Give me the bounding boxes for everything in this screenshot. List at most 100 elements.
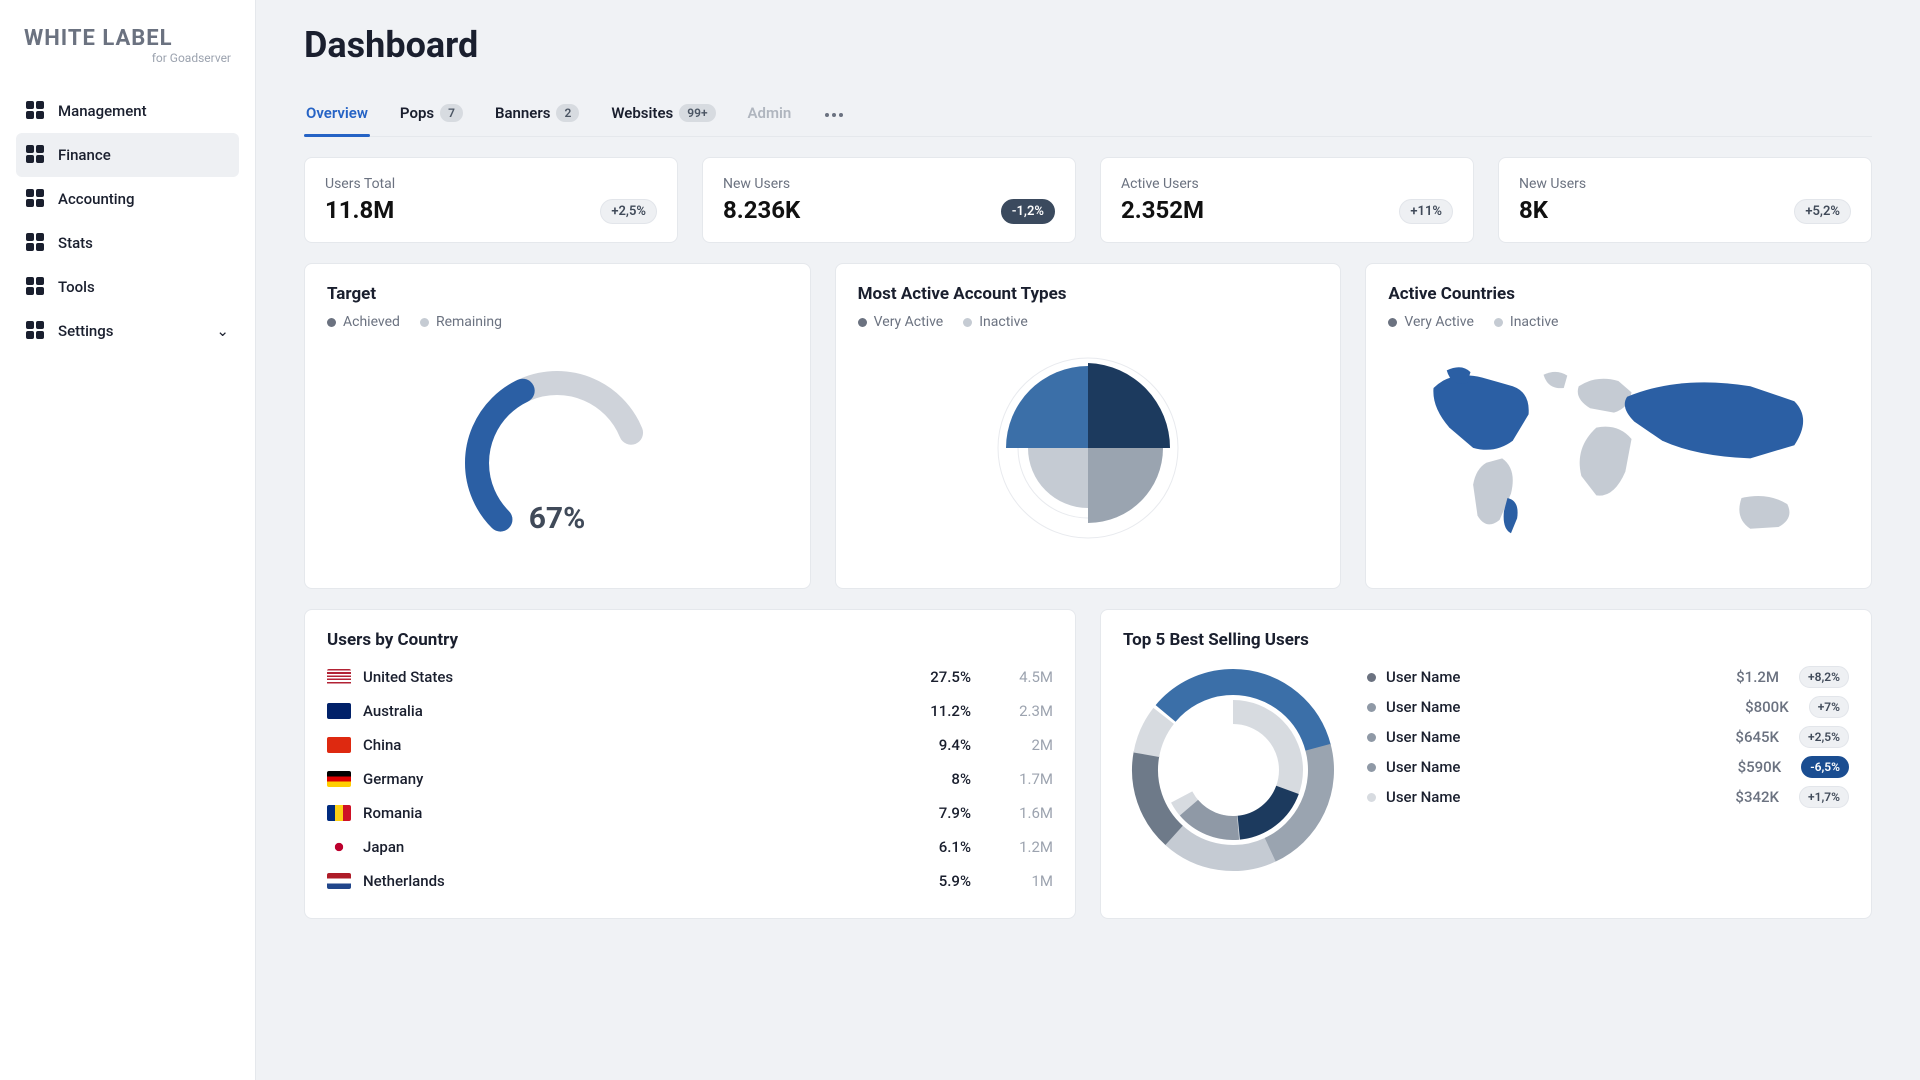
delta-badge: +7% bbox=[1809, 696, 1849, 718]
country-name: Romania bbox=[363, 804, 889, 822]
tab-overview[interactable]: Overview bbox=[304, 94, 370, 136]
main-content: Dashboard OverviewPops7Banners2Websites9… bbox=[256, 0, 1920, 1080]
user-amount: $1.2M bbox=[1709, 668, 1779, 686]
sidebar-item-label: Settings bbox=[58, 322, 114, 340]
legend: Very Active Inactive bbox=[1388, 314, 1849, 330]
country-list: United States27.5%4.5MAustralia11.2%2.3M… bbox=[327, 660, 1053, 898]
country-percent: 8% bbox=[901, 770, 971, 788]
stat-value: 11.8M bbox=[325, 196, 395, 224]
user-amount: $342K bbox=[1709, 788, 1779, 806]
country-name: China bbox=[363, 736, 889, 754]
sidebar-item-settings[interactable]: Settings ⌄ bbox=[16, 309, 239, 353]
grid-icon bbox=[26, 233, 46, 253]
flag-icon bbox=[327, 771, 351, 787]
more-tabs-icon[interactable] bbox=[821, 103, 847, 127]
card-title: Active Countries bbox=[1388, 284, 1849, 304]
stat-label: New Users bbox=[1519, 176, 1586, 192]
sidebar-item-label: Stats bbox=[58, 234, 93, 252]
delta-badge: +2,5% bbox=[1799, 726, 1849, 748]
country-count: 2M bbox=[983, 736, 1053, 754]
stat-card: Active Users 2.352M +11% bbox=[1100, 157, 1474, 243]
flag-icon bbox=[327, 737, 351, 753]
polar-chart bbox=[858, 344, 1319, 548]
legend-achieved: Achieved bbox=[327, 314, 400, 330]
country-count: 2.3M bbox=[983, 702, 1053, 720]
brand-subtitle: for Goadserver bbox=[24, 51, 231, 65]
card-title: Users by Country bbox=[327, 630, 1053, 650]
country-percent: 7.9% bbox=[901, 804, 971, 822]
sidebar-item-label: Accounting bbox=[58, 190, 134, 208]
country-name: Australia bbox=[363, 702, 889, 720]
sidebar-item-management[interactable]: Management bbox=[16, 89, 239, 133]
world-map bbox=[1388, 344, 1849, 564]
delta-badge: +11% bbox=[1399, 199, 1453, 224]
badge: 99+ bbox=[679, 104, 715, 122]
flag-icon bbox=[327, 703, 351, 719]
user-row: User Name $1.2M +8,2% bbox=[1367, 666, 1849, 688]
grid-icon bbox=[26, 321, 46, 341]
card-title: Most Active Account Types bbox=[858, 284, 1319, 304]
stat-card: New Users8K+5,2% bbox=[1498, 157, 1872, 243]
sidebar-item-tools[interactable]: Tools bbox=[16, 265, 239, 309]
sidebar-item-accounting[interactable]: Accounting bbox=[16, 177, 239, 221]
country-name: Japan bbox=[363, 838, 889, 856]
countries-card: Active Countries Very Active Inactive bbox=[1365, 263, 1872, 589]
tab-websites[interactable]: Websites99+ bbox=[609, 94, 717, 136]
user-name: User Name bbox=[1386, 668, 1699, 686]
user-dot-icon bbox=[1367, 703, 1376, 712]
user-amount: $590K bbox=[1711, 758, 1781, 776]
sidebar-item-stats[interactable]: Stats bbox=[16, 221, 239, 265]
delta-badge: +5,2% bbox=[1794, 199, 1851, 224]
stat-label: Active Users bbox=[1121, 176, 1204, 192]
user-amount: $800K bbox=[1719, 698, 1789, 716]
stat-value: 2.352M bbox=[1121, 196, 1204, 224]
stat-label: Users Total bbox=[325, 176, 395, 192]
user-amount: $645K bbox=[1709, 728, 1779, 746]
card-title: Top 5 Best Selling Users bbox=[1123, 630, 1849, 650]
users-list: User Name$1.2M+8,2%User Name$800K+7%User… bbox=[1367, 660, 1849, 880]
tabs: Overview Pops7 Banners2 Websites99+ Admin bbox=[304, 94, 1872, 137]
brand-logo: WHITE LABEL for Goadserver bbox=[16, 20, 239, 89]
user-name: User Name bbox=[1386, 728, 1699, 746]
user-row: User Name $590K -6,5% bbox=[1367, 756, 1849, 778]
chevron-down-icon: ⌄ bbox=[216, 322, 229, 340]
account-types-card: Most Active Account Types Very Active In… bbox=[835, 263, 1342, 589]
user-dot-icon bbox=[1367, 793, 1376, 802]
grid-icon bbox=[26, 145, 46, 165]
country-name: United States bbox=[363, 668, 889, 686]
country-name: Netherlands bbox=[363, 872, 889, 890]
flag-icon bbox=[327, 839, 351, 855]
delta-badge: +2,5% bbox=[600, 199, 657, 224]
stats-row: Users Total11.8M+2,5%New Users8.236K-1,2… bbox=[304, 157, 1872, 243]
country-count: 1.6M bbox=[983, 804, 1053, 822]
tab-banners[interactable]: Banners2 bbox=[493, 94, 581, 136]
user-name: User Name bbox=[1386, 698, 1709, 716]
country-row: Romania 7.9% 1.6M bbox=[327, 796, 1053, 830]
tab-admin: Admin bbox=[746, 94, 794, 136]
legend: Achieved Remaining bbox=[327, 314, 788, 330]
sidebar-item-label: Management bbox=[58, 102, 147, 120]
user-dot-icon bbox=[1367, 763, 1376, 772]
flag-icon bbox=[327, 669, 351, 685]
country-percent: 9.4% bbox=[901, 736, 971, 754]
flag-icon bbox=[327, 873, 351, 889]
sidebar-item-finance[interactable]: Finance bbox=[16, 133, 239, 177]
country-count: 4.5M bbox=[983, 668, 1053, 686]
country-row: China 9.4% 2M bbox=[327, 728, 1053, 762]
user-dot-icon bbox=[1367, 733, 1376, 742]
country-percent: 5.9% bbox=[901, 872, 971, 890]
user-row: User Name $800K +7% bbox=[1367, 696, 1849, 718]
delta-badge: -6,5% bbox=[1801, 756, 1849, 778]
badge: 2 bbox=[556, 104, 579, 122]
country-row: Netherlands5.9%1M bbox=[327, 864, 1053, 898]
country-row: United States27.5%4.5M bbox=[327, 660, 1053, 694]
country-row: Australia11.2%2.3M bbox=[327, 694, 1053, 728]
tab-pops[interactable]: Pops7 bbox=[398, 94, 465, 136]
delta-badge: +8,2% bbox=[1799, 666, 1849, 688]
top-users-card: Top 5 Best Selling Users User bbox=[1100, 609, 1872, 919]
country-percent: 6.1% bbox=[901, 838, 971, 856]
user-name: User Name bbox=[1386, 758, 1701, 776]
country-row: Germany8%1.7M bbox=[327, 762, 1053, 796]
delta-badge: -1,2% bbox=[1001, 199, 1055, 224]
card-title: Target bbox=[327, 284, 788, 304]
